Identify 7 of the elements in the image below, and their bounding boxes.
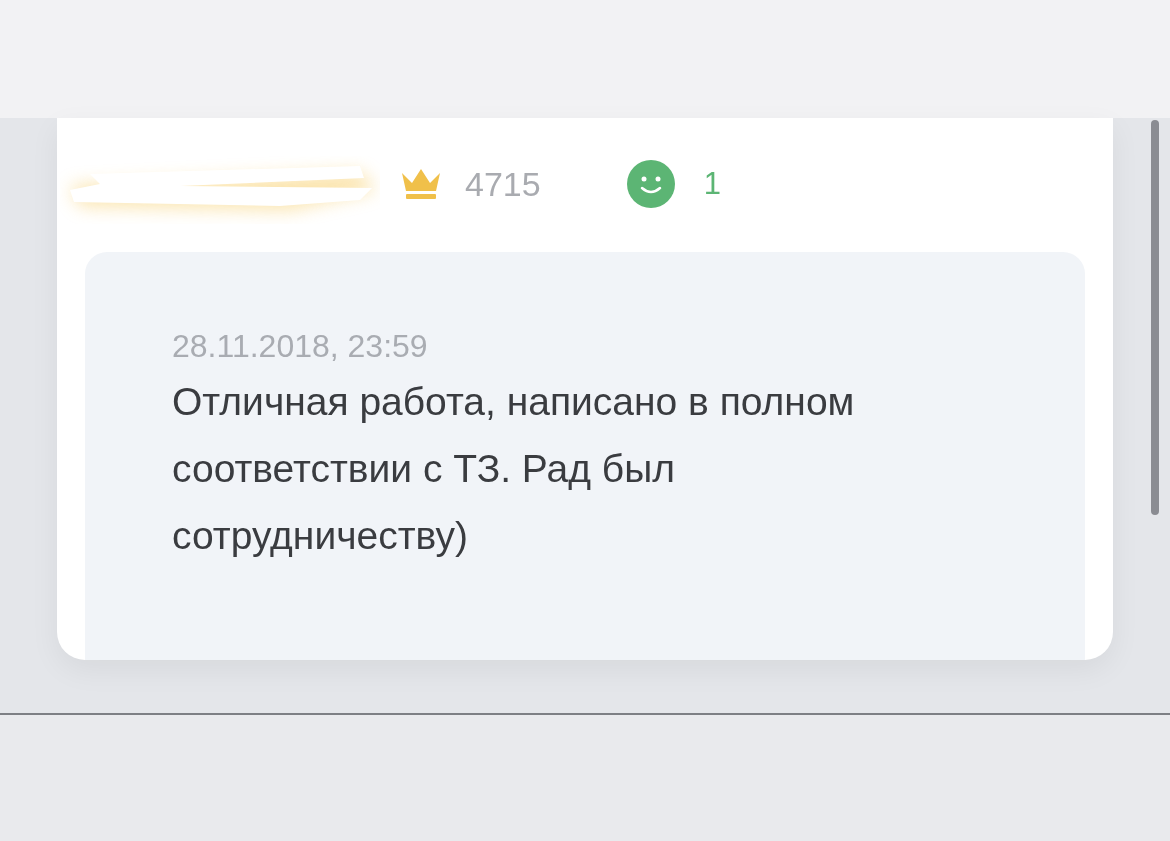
smiley-icon [626, 160, 675, 208]
crown-icon [400, 167, 442, 201]
review-text: Отличная работа, написано в полном соответствии с ТЗ. Рад был сотрудничеству) [172, 379, 856, 559]
rating-value: 4715 [465, 163, 541, 205]
review-date: 28.11.2018, 23:59 [172, 327, 429, 366]
positive-count: 1 [703, 164, 721, 203]
scrollbar[interactable] [1151, 120, 1159, 515]
